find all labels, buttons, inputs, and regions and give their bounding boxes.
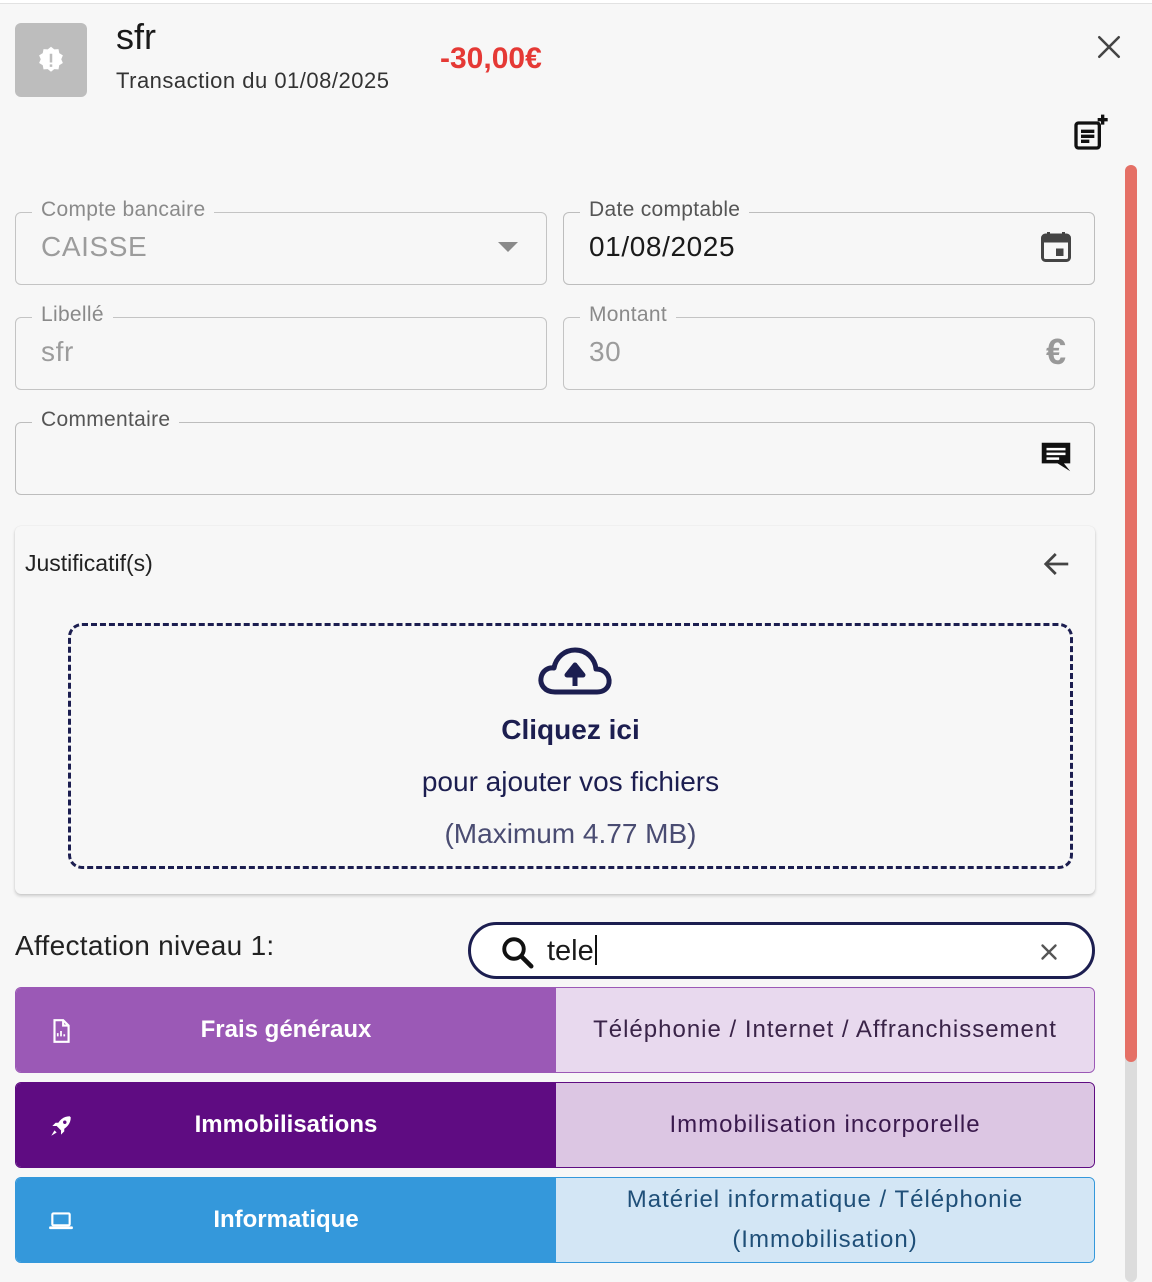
- arrow-left-icon: [1043, 553, 1069, 575]
- libelle-value: sfr: [41, 336, 74, 367]
- clear-icon[interactable]: [1036, 939, 1062, 965]
- category-sub: Téléphonie / Internet / Affranchissement: [556, 988, 1094, 1072]
- comment-icon: [1036, 437, 1076, 477]
- category-sub: Immobilisation incorporelle: [556, 1083, 1094, 1167]
- date-comptable-value: 01/08/2025: [589, 231, 736, 262]
- libelle-field[interactable]: Libellé sfr: [15, 303, 547, 390]
- affectation-label: Affectation niveau 1:: [15, 930, 275, 961]
- category-name: Frais généraux: [200, 1016, 372, 1043]
- note-add-icon: [1074, 114, 1108, 150]
- search-icon: [502, 937, 534, 969]
- date-comptable-label: Date comptable: [580, 198, 750, 222]
- document-icon: [53, 1019, 70, 1043]
- top-border: [0, 0, 1152, 4]
- category-sub: Matériel informatique / Téléphonie (Immo…: [556, 1178, 1094, 1262]
- category-row-immobilisations[interactable]: Immobilisations Immobilisation incorpore…: [15, 1082, 1095, 1168]
- date-comptable-field[interactable]: Date comptable 01/08/2025: [563, 198, 1095, 285]
- compte-bancaire-select[interactable]: Compte bancaire CAISSE: [15, 198, 547, 285]
- transaction-date-subtitle: Transaction du 01/08/2025: [116, 68, 390, 93]
- calendar-icon[interactable]: [1036, 227, 1076, 267]
- commentaire-field[interactable]: Commentaire: [15, 408, 1095, 495]
- scrollbar-thumb[interactable]: [1125, 165, 1137, 1062]
- category-main: Immobilisations: [16, 1083, 556, 1167]
- category-main: Informatique: [16, 1178, 556, 1262]
- justificatif-title: Justificatif(s): [25, 550, 153, 576]
- category-name: Informatique: [213, 1206, 359, 1233]
- justificatif-panel: Justificatif(s) Cliquez ici pour ajouter…: [15, 526, 1095, 894]
- montant-value: 30: [589, 336, 622, 367]
- dropzone-subtitle: pour ajouter vos fichiers: [421, 766, 720, 797]
- file-dropzone[interactable]: Cliquez ici pour ajouter vos fichiers (M…: [68, 623, 1073, 869]
- justificatif-back-button[interactable]: [1037, 544, 1077, 584]
- category-row-informatique[interactable]: Informatique Matériel informatique / Tél…: [15, 1177, 1095, 1263]
- commentaire-label: Commentaire: [32, 408, 180, 432]
- cloud-upload-icon: [538, 647, 612, 695]
- category-main: Frais généraux: [16, 988, 556, 1072]
- dropzone-title: Cliquez ici: [501, 714, 640, 745]
- transaction-title: sfr: [116, 16, 156, 57]
- euro-icon: €: [1045, 331, 1067, 372]
- compte-bancaire-value: CAISSE: [41, 231, 148, 262]
- alert-badge-icon: [15, 23, 87, 97]
- search-value: tele: [547, 935, 597, 968]
- add-note-button[interactable]: [1068, 110, 1114, 156]
- category-search-input[interactable]: tele: [468, 922, 1095, 979]
- category-row-frais-generaux[interactable]: Frais généraux Téléphonie / Internet / A…: [15, 987, 1095, 1073]
- category-name: Immobilisations: [194, 1111, 378, 1138]
- compte-bancaire-label: Compte bancaire: [32, 198, 215, 222]
- montant-label: Montant: [580, 303, 676, 327]
- close-button[interactable]: [1090, 28, 1128, 66]
- chevron-down-icon: [488, 227, 528, 267]
- close-icon: [1097, 35, 1121, 59]
- transaction-amount: -30,00€: [440, 42, 542, 75]
- libelle-label: Libellé: [32, 303, 113, 327]
- laptop-icon: [49, 1212, 73, 1230]
- rocket-icon: [51, 1116, 71, 1136]
- dropzone-max-size: (Maximum 4.77 MB): [444, 818, 697, 849]
- montant-field[interactable]: Montant 30 €: [563, 303, 1095, 390]
